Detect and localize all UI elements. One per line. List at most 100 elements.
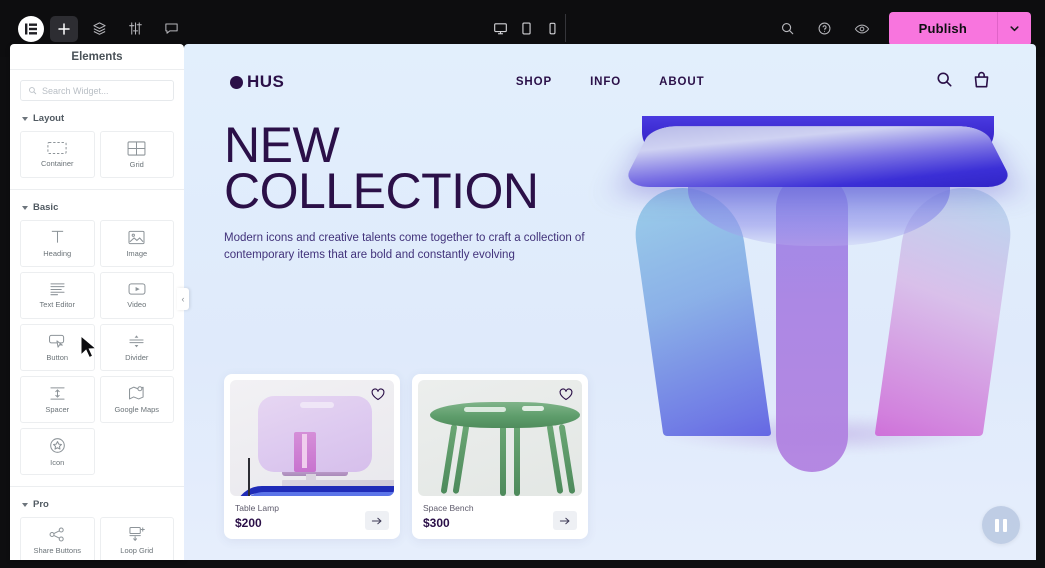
widget-button[interactable]: Button <box>20 324 95 371</box>
widget-label: Spacer <box>45 404 70 414</box>
section-header-basic[interactable]: Basic <box>22 202 174 213</box>
widget-loop-grid[interactable]: Loop Grid <box>99 517 174 560</box>
lamp-neck <box>306 474 316 482</box>
elementor-editor: Publish Elements Search Widget... Layout… <box>0 0 1045 568</box>
tablet-view-button[interactable] <box>515 17 537 41</box>
pause-button[interactable] <box>982 506 1020 544</box>
star-icon <box>49 437 65 453</box>
divider-icon <box>129 334 144 347</box>
widget-grid[interactable]: Grid <box>99 131 174 178</box>
widget-label: Container <box>40 159 74 168</box>
publish-options-chevron-down-icon[interactable] <box>997 11 1031 46</box>
product-image-table-lamp <box>230 380 394 496</box>
spacer-icon <box>50 386 65 400</box>
product-arrow-right-icon[interactable] <box>365 511 389 530</box>
lamp-cord <box>248 458 250 496</box>
elementor-logo-icon[interactable] <box>18 15 44 42</box>
share-icon <box>49 527 64 541</box>
product-info: Table Lamp $200 <box>235 503 279 530</box>
panel-collapse-chevron-left-icon[interactable]: ‹ <box>177 288 189 310</box>
product-price: $300 <box>423 516 450 530</box>
widget-label: Share Buttons <box>33 545 82 555</box>
site-logo[interactable]: HUS <box>230 72 284 92</box>
nav-item-info[interactable]: INFO <box>590 76 621 88</box>
widget-label: Text Editor <box>39 300 75 309</box>
widget-video[interactable]: Video <box>99 272 174 319</box>
widget-grid-pro: Share Buttons Loop Grid <box>20 517 174 560</box>
product-card-table-lamp[interactable]: Table Lamp $200 <box>224 374 400 539</box>
google-maps-icon <box>129 386 144 400</box>
image-icon <box>128 230 145 244</box>
widget-grid-basic: Heading Image Text Editor Video Button D… <box>20 220 174 475</box>
chevron-down-icon <box>22 502 28 507</box>
search-page-icon[interactable] <box>773 16 803 42</box>
preview-changes-icon[interactable] <box>847 16 877 42</box>
widget-label: Image <box>126 248 148 258</box>
video-icon <box>128 283 146 295</box>
structure-button[interactable] <box>84 16 114 42</box>
wishlist-heart-icon[interactable] <box>371 388 385 406</box>
desktop-view-button[interactable] <box>489 17 511 41</box>
section-title-pro: Pro <box>33 499 49 510</box>
add-element-button[interactable] <box>50 15 78 42</box>
mobile-view-button[interactable] <box>541 17 563 41</box>
publish-button[interactable]: Publish <box>888 11 997 46</box>
widget-label: Google Maps <box>114 405 160 414</box>
heading-icon <box>51 230 63 243</box>
product-card-footer: Table Lamp $200 <box>230 496 394 539</box>
product-image-space-bench <box>418 380 582 496</box>
site-preview-canvas: HUS SHOP INFO ABOUT NEW COLLECTION Moder… <box>184 44 1036 560</box>
bench-leg-3 <box>500 424 506 496</box>
hero-heading-line2: COLLECTION <box>224 163 539 219</box>
widget-label: Grid <box>129 159 144 169</box>
widget-google-maps[interactable]: Google Maps <box>99 376 174 423</box>
bench-leg-4 <box>514 424 520 496</box>
publish-group: Publish <box>888 11 1031 46</box>
section-title-basic: Basic <box>33 202 59 213</box>
search-icon <box>29 87 37 95</box>
widget-container[interactable]: Container <box>20 131 95 178</box>
logo-dot-icon <box>230 75 243 89</box>
loop-grid-icon <box>129 526 145 542</box>
widget-share-buttons[interactable]: Share Buttons <box>20 517 95 560</box>
stool-top-surface <box>621 126 1015 188</box>
panel-body: Search Widget... Layout Container Grid B… <box>10 70 184 560</box>
product-card-list: Table Lamp $200 Space Bench $300 <box>224 374 588 539</box>
toolbar-divider <box>565 14 566 42</box>
button-icon <box>48 334 64 348</box>
widget-label: Video <box>127 300 147 309</box>
product-card-space-bench[interactable]: Space Bench $300 <box>412 374 588 539</box>
site-settings-button[interactable] <box>120 16 150 42</box>
product-name: Space Bench <box>423 503 474 513</box>
widget-image[interactable]: Image <box>99 220 174 267</box>
pause-icon-bar-left <box>995 518 999 532</box>
container-icon <box>47 142 67 154</box>
widget-label: Icon <box>50 457 65 467</box>
widget-spacer[interactable]: Spacer <box>20 376 95 423</box>
bench-highlight-1 <box>464 407 506 412</box>
notes-button[interactable] <box>156 16 186 42</box>
widget-text-editor[interactable]: Text Editor <box>20 272 95 319</box>
brand-name: HUS <box>247 72 285 91</box>
widget-heading[interactable]: Heading <box>20 220 95 267</box>
section-divider <box>10 486 184 487</box>
pause-icon-bar-right <box>1003 518 1007 532</box>
product-arrow-right-icon[interactable] <box>553 511 577 530</box>
text-editor-icon <box>50 283 65 296</box>
widget-label: Loop Grid <box>120 546 154 555</box>
widget-divider[interactable]: Divider <box>99 324 174 371</box>
wishlist-heart-icon[interactable] <box>559 388 573 406</box>
section-header-layout[interactable]: Layout <box>22 113 174 124</box>
product-card-footer: Space Bench $300 <box>418 496 582 539</box>
search-widget-input[interactable]: Search Widget... <box>20 80 174 101</box>
product-info: Space Bench $300 <box>423 503 474 530</box>
help-icon[interactable] <box>810 16 840 42</box>
widget-label: Heading <box>43 249 72 258</box>
bench-seat <box>430 402 580 428</box>
widget-icon[interactable]: Icon <box>20 428 95 475</box>
section-divider <box>10 189 184 190</box>
elements-panel: Elements Search Widget... Layout Contain… <box>10 44 184 560</box>
section-header-pro[interactable]: Pro <box>22 499 174 510</box>
nav-item-shop[interactable]: SHOP <box>516 76 552 88</box>
lamp-pipe-inner <box>238 492 394 496</box>
